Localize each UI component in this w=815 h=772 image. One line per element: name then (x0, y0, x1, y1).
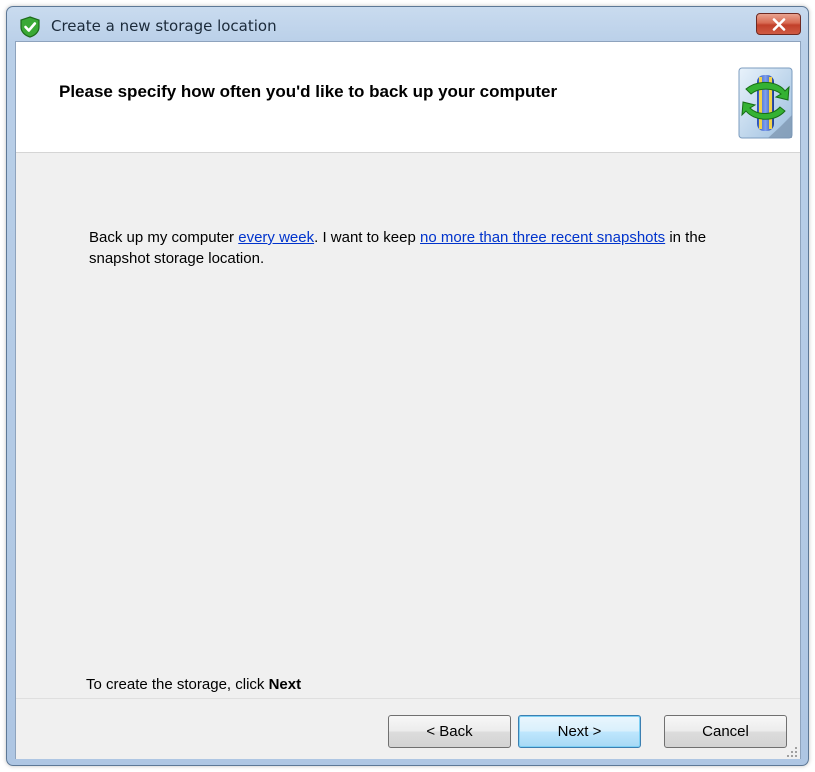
title-bar[interactable]: Create a new storage location (7, 7, 808, 38)
footer-hint-text: To create the storage, click (86, 676, 269, 693)
resize-grip-icon[interactable] (786, 745, 798, 757)
shield-check-icon (19, 16, 41, 38)
wizard-window: Create a new storage location Please spe… (0, 0, 815, 772)
window-frame: Create a new storage location Please spe… (6, 6, 809, 766)
backup-schedule-text: Back up my computer every week. I want t… (89, 227, 709, 269)
snapshot-count-link[interactable]: no more than three recent snapshots (420, 229, 665, 246)
wizard-header: Please specify how often you'd like to b… (16, 42, 800, 153)
close-icon (772, 18, 786, 31)
body-text-part-2: . I want to keep (314, 229, 421, 246)
page-title: Please specify how often you'd like to b… (59, 82, 558, 101)
next-button[interactable]: Next > (518, 715, 641, 748)
body-text-part-1: Back up my computer (89, 229, 239, 246)
back-button[interactable]: < Back (388, 715, 511, 748)
footer-hint: To create the storage, click Next (86, 676, 301, 693)
backup-arrows-icon (738, 67, 793, 139)
every-week-link[interactable]: every week (238, 229, 314, 246)
window-title: Create a new storage location (51, 17, 277, 35)
cancel-button[interactable]: Cancel (664, 715, 787, 748)
footer-hint-bold: Next (268, 676, 302, 693)
button-bar: < Back Next > Cancel (16, 698, 800, 759)
client-area: Please specify how often you'd like to b… (15, 41, 801, 759)
close-button[interactable] (756, 13, 801, 35)
